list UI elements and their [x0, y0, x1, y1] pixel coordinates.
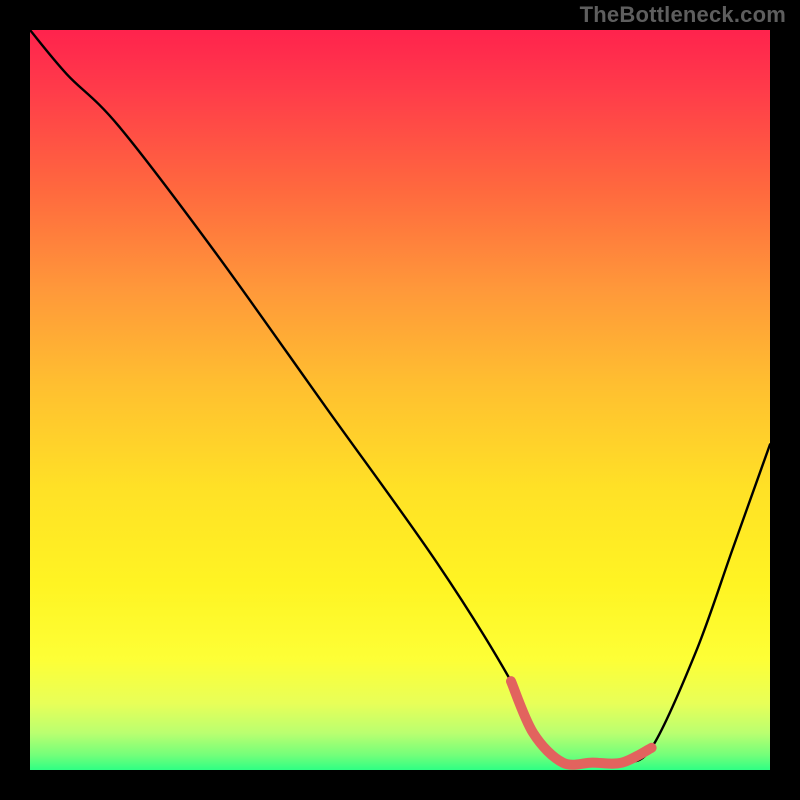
chart-frame: TheBottleneck.com: [0, 0, 800, 800]
bottleneck-curve-accent: [511, 681, 652, 765]
attribution-text: TheBottleneck.com: [580, 2, 786, 28]
plot-area: [30, 30, 770, 770]
curve-svg: [30, 30, 770, 770]
bottleneck-curve: [30, 30, 770, 765]
